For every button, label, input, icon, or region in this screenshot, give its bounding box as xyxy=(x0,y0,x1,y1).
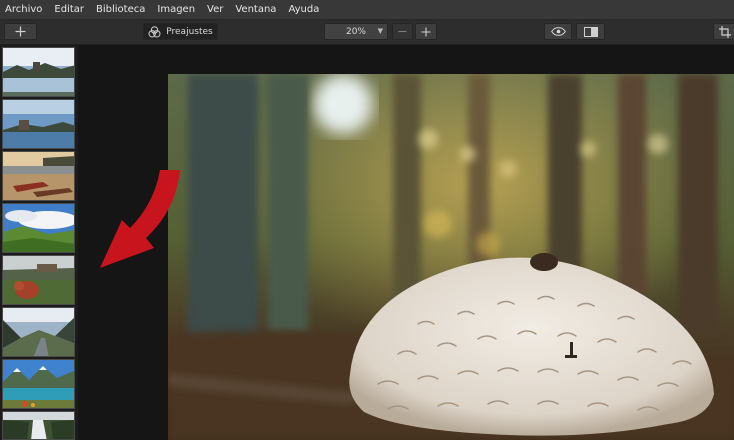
crop-button[interactable] xyxy=(713,23,734,40)
menu-biblioteca[interactable]: Biblioteca xyxy=(90,0,151,19)
thumbnail-mountain-valley[interactable] xyxy=(2,307,75,357)
menu-ver[interactable]: Ver xyxy=(201,0,229,19)
zoom-select[interactable]: 20% ▼ xyxy=(324,23,388,40)
plus-icon xyxy=(421,27,431,36)
thumbnail-mountain-lake[interactable] xyxy=(2,359,75,409)
presets-label: Preajustes xyxy=(166,26,213,37)
thumbnail-castle-on-lake[interactable] xyxy=(2,99,75,149)
compare-button[interactable] xyxy=(576,23,605,40)
red-arrow-annotation xyxy=(100,170,180,268)
zoom-value: 20% xyxy=(345,26,366,37)
zoom-out-button[interactable] xyxy=(392,23,413,40)
chevron-down-icon: ▼ xyxy=(377,27,383,35)
thumbnail-boats-beach[interactable] xyxy=(2,151,75,201)
presets-button[interactable]: Preajustes xyxy=(143,23,218,40)
menu-ayuda[interactable]: Ayuda xyxy=(282,0,325,19)
main-photo-preview[interactable] xyxy=(168,74,734,440)
compare-icon xyxy=(583,26,598,37)
thumbnail-waterfall[interactable] xyxy=(2,411,75,440)
menu-archivo[interactable]: Archivo xyxy=(0,0,48,19)
plus-icon xyxy=(15,26,26,37)
zoom-in-button[interactable] xyxy=(415,23,437,40)
menu-bar: Archivo Editar Biblioteca Imagen Ver Ven… xyxy=(0,0,734,20)
thumbnail-green-hills[interactable] xyxy=(2,203,75,253)
add-image-button[interactable] xyxy=(4,23,37,40)
thumbnail-lake-castle[interactable] xyxy=(2,47,75,97)
menu-imagen[interactable]: Imagen xyxy=(151,0,201,19)
filmstrip xyxy=(0,45,78,440)
crop-icon xyxy=(719,25,731,38)
toolbar: Preajustes 20% ▼ xyxy=(0,20,734,45)
menu-editar[interactable]: Editar xyxy=(48,0,90,19)
thumbnail-highland-cow[interactable] xyxy=(2,255,75,305)
eye-icon xyxy=(550,27,566,36)
menu-ventana[interactable]: Ventana xyxy=(229,0,282,19)
minus-icon xyxy=(398,30,407,33)
preview-button[interactable] xyxy=(544,23,572,40)
presets-icon xyxy=(148,25,161,38)
